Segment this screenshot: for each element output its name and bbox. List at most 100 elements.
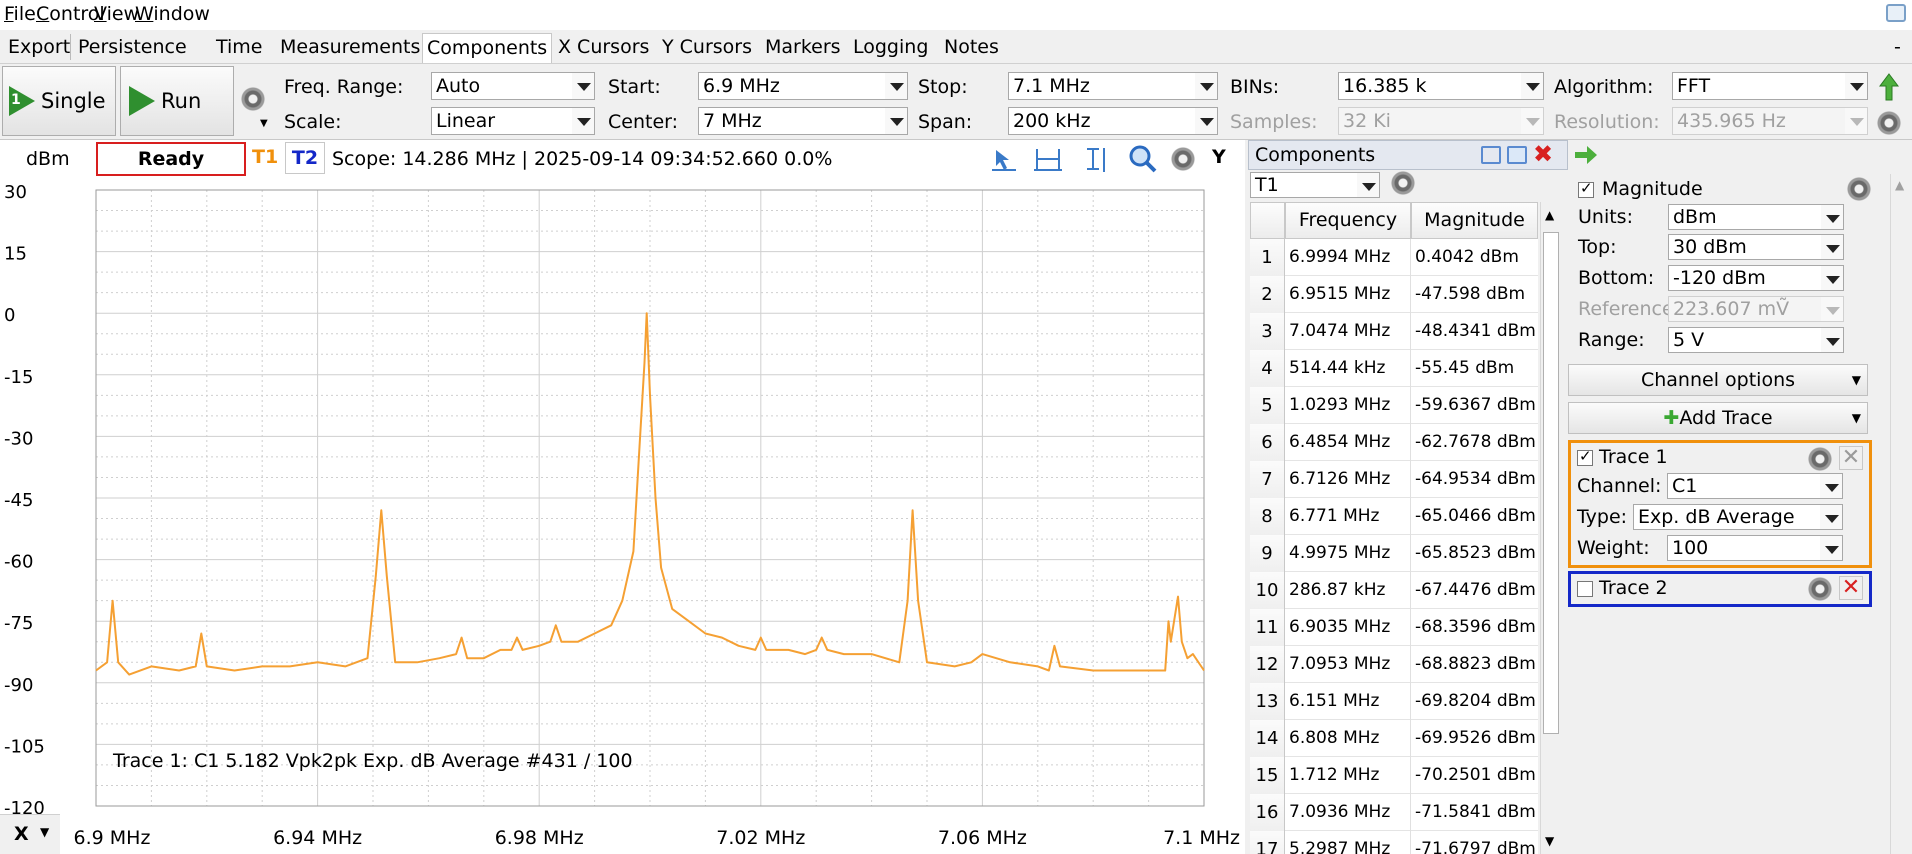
scroll-up-icon[interactable]: ▲ (1895, 178, 1904, 192)
stop-field[interactable]: 7.1 MHz (1008, 72, 1218, 100)
table-row[interactable]: 4 514.44 kHz -55.45 dBm (1250, 350, 1538, 387)
range-select[interactable]: 5 V (1668, 327, 1844, 353)
table-row[interactable]: 9 4.9975 MHz -65.8523 dBm (1250, 535, 1538, 572)
tab-time[interactable]: Time (212, 33, 267, 63)
cell-divider (1410, 572, 1411, 609)
x-axis-button[interactable]: X (14, 823, 29, 845)
table-row[interactable]: 17 5.2987 MHz -71.6797 dBm (1250, 831, 1538, 854)
settings-scrollbar[interactable]: ▲ (1890, 174, 1912, 854)
type-select[interactable]: Exp. dB Average (1633, 504, 1843, 530)
components-gear-icon[interactable] (1390, 170, 1416, 196)
trace-1-remove-icon[interactable]: ✕ (1839, 446, 1863, 470)
start-field[interactable]: 6.9 MHz (698, 72, 908, 100)
tab-measurements[interactable]: Measurements (276, 33, 424, 63)
cell-divider (1410, 720, 1411, 757)
window-restore-icon[interactable] (1886, 4, 1906, 22)
component-trace-select[interactable]: T1 (1250, 172, 1380, 198)
tab-export[interactable]: Export (4, 33, 74, 63)
restore-icon[interactable] (1481, 146, 1501, 164)
add-trace-button[interactable]: ✚Add Trace ▼ (1568, 402, 1868, 434)
table-row[interactable]: 6 6.4854 MHz -62.7678 dBm (1250, 424, 1538, 461)
arrow-up-icon[interactable] (1878, 72, 1900, 102)
scroll-up-icon[interactable]: ▲ (1545, 208, 1554, 222)
trace-1-checkbox[interactable] (1577, 447, 1593, 466)
plot-area[interactable]: 30 15 0 -15 -30 -45 -60 -75 -90 -105 -120 6.9 MHz 6.… (0, 178, 1245, 854)
y-zoom-icon[interactable] (1082, 146, 1108, 172)
x-axis-dropdown-icon[interactable]: ▼ (40, 825, 49, 839)
trace-2-remove-icon[interactable]: ✕ (1839, 576, 1863, 600)
components-panel: Components ✖ T1 Frequency Magnitude 1 6.9… (1248, 140, 1912, 854)
bottom-select[interactable]: -120 dBm (1668, 265, 1844, 291)
magnitude-column-header[interactable]: Magnitude (1411, 202, 1538, 239)
plot-settings-gear-icon[interactable] (1170, 146, 1196, 172)
tabbar-collapse-button[interactable]: - (1890, 33, 1905, 63)
menu-file[interactable]: File (4, 3, 36, 25)
magnitude-gear-icon[interactable] (1846, 176, 1872, 202)
units-select[interactable]: dBm (1668, 204, 1844, 230)
table-row[interactable]: 16 7.0936 MHz -71.5841 dBm (1250, 794, 1538, 831)
table-row[interactable]: 15 1.712 MHz -70.2501 dBm (1250, 757, 1538, 794)
x-zoom-icon[interactable] (1034, 146, 1062, 172)
tab-components[interactable]: Components (422, 33, 553, 63)
cursor-select-icon[interactable] (990, 146, 1018, 172)
table-row[interactable]: 7 6.7126 MHz -64.9534 dBm (1250, 461, 1538, 498)
table-row[interactable]: 1 6.9994 MHz 0.4042 dBm (1250, 239, 1538, 276)
arrow-right-icon[interactable] (1573, 144, 1599, 166)
table-row[interactable]: 10 286.87 kHz -67.4476 dBm (1250, 572, 1538, 609)
frequency-column-header[interactable]: Frequency (1285, 202, 1411, 239)
menu-view[interactable]: View (94, 3, 139, 25)
magnitude-cell: -71.6797 dBm (1415, 839, 1536, 854)
table-row[interactable]: 11 6.9035 MHz -68.3596 dBm (1250, 609, 1538, 646)
settings-gear-icon[interactable] (1876, 110, 1902, 136)
tab-notes[interactable]: Notes (940, 33, 1003, 63)
table-row[interactable]: 14 6.808 MHz -69.9526 dBm (1250, 720, 1538, 757)
bins-select[interactable]: 16.385 k (1338, 72, 1544, 100)
tab-persistence[interactable]: Persistence (74, 33, 191, 63)
table-row[interactable]: 12 7.0953 MHz -68.8823 dBm (1250, 646, 1538, 683)
trace-2-gear-icon[interactable] (1807, 576, 1833, 602)
y-tick-label: 0 (4, 305, 15, 326)
close-icon[interactable]: ✖ (1533, 142, 1553, 166)
center-field[interactable]: 7 MHz (698, 107, 908, 135)
tab-x-cursors[interactable]: X Cursors (554, 33, 653, 63)
single-button[interactable]: 1 Single (2, 66, 116, 136)
chevron-down-icon (1845, 108, 1867, 134)
magnitude-checkbox[interactable] (1578, 179, 1594, 198)
run-play-icon (129, 86, 155, 116)
table-row[interactable]: 8 6.771 MHz -65.0466 dBm (1250, 498, 1538, 535)
menu-window[interactable]: Window (135, 3, 210, 25)
span-field[interactable]: 200 kHz (1008, 107, 1218, 135)
trace-t2-toggle[interactable]: T2 (285, 142, 325, 174)
trace-1-label: Trace 1 (1599, 446, 1668, 468)
tab-y-cursors[interactable]: Y Cursors (658, 33, 756, 63)
table-row[interactable]: 13 6.151 MHz -69.8204 dBm (1250, 683, 1538, 720)
algorithm-select[interactable]: FFT (1672, 72, 1868, 100)
channel-label: Channel: (1577, 475, 1662, 497)
channel-options-button[interactable]: Channel options ▼ (1568, 364, 1868, 396)
trace-2-checkbox[interactable] (1577, 581, 1593, 597)
weight-select[interactable]: 100 (1667, 535, 1843, 561)
y-axis-button[interactable]: Y (1212, 146, 1226, 168)
run-button[interactable]: Run (120, 66, 234, 136)
maximize-icon[interactable] (1507, 146, 1527, 164)
top-select[interactable]: 30 dBm (1668, 234, 1844, 260)
table-row[interactable]: 3 7.0474 MHz -48.4341 dBm (1250, 313, 1538, 350)
magnifier-icon[interactable] (1128, 144, 1158, 174)
table-row[interactable]: 2 6.9515 MHz -47.598 dBm (1250, 276, 1538, 313)
trace-1-gear-icon[interactable] (1807, 446, 1833, 472)
acquisition-dropdown-icon[interactable]: ▼ (260, 118, 268, 129)
freq-range-select[interactable]: Auto (431, 72, 595, 100)
channel-select[interactable]: C1 (1667, 473, 1843, 499)
components-scrollbar[interactable]: ▲ ▼ (1540, 202, 1562, 854)
scale-select[interactable]: Linear (431, 107, 595, 135)
y-tick-label: -15 (4, 367, 33, 388)
tab-logging[interactable]: Logging (849, 33, 932, 63)
trace-t1-toggle[interactable]: T1 (252, 146, 278, 168)
tab-markers[interactable]: Markers (761, 33, 845, 63)
toolbar: 1 Single Run ▼ Freq. Range: Auto Scale: … (0, 64, 1912, 140)
table-row[interactable]: 5 1.0293 MHz -59.6367 dBm (1250, 387, 1538, 424)
acquisition-settings-gear-icon[interactable] (240, 86, 266, 112)
scroll-down-icon[interactable]: ▼ (1545, 834, 1554, 848)
cell-divider (1410, 239, 1411, 276)
scrollbar-thumb[interactable] (1543, 232, 1559, 734)
